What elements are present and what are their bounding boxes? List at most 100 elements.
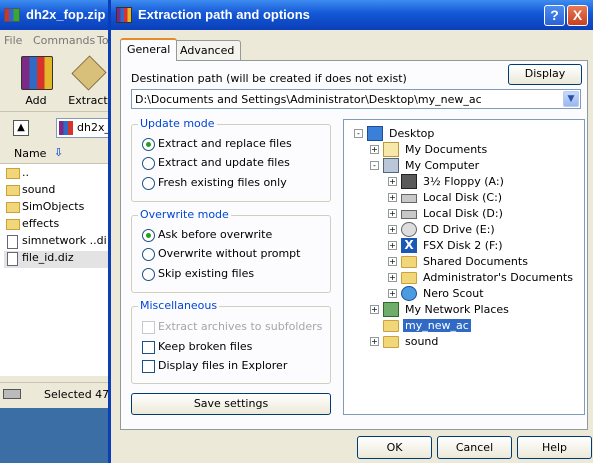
radio-selected[interactable] <box>142 229 155 242</box>
collapse-icon[interactable]: - <box>354 129 363 138</box>
option-label: Ask before overwrite <box>158 228 273 241</box>
documents-icon <box>383 142 399 157</box>
network-icon <box>401 286 417 301</box>
option-label: Extract and update files <box>158 156 290 169</box>
checkbox-disabled <box>142 321 155 334</box>
tree-node-label: FSX Disk 2 (F:) <box>423 239 503 252</box>
winrar-app-icon <box>116 7 132 23</box>
up-folder-icon[interactable]: ▲ <box>13 120 29 136</box>
dialog-title: Extraction path and options <box>138 7 310 22</box>
close-button[interactable]: X <box>567 5 588 26</box>
expand-icon[interactable]: + <box>388 193 397 202</box>
option-label: Fresh existing files only <box>158 176 287 189</box>
expand-icon[interactable]: + <box>370 337 379 346</box>
expand-icon[interactable]: + <box>388 177 397 186</box>
folder-icon <box>6 168 20 179</box>
list-item-label: effects <box>22 217 60 230</box>
expand-icon[interactable]: + <box>388 257 397 266</box>
list-item[interactable]: effects <box>4 217 59 234</box>
expand-icon[interactable]: + <box>388 225 397 234</box>
help-title-button[interactable]: ? <box>544 5 565 26</box>
menu-file[interactable]: File <box>4 34 22 47</box>
expand-icon[interactable]: + <box>388 209 397 218</box>
tree-node-label: My Network Places <box>405 303 509 316</box>
extraction-dialog: Extraction path and options ? X General … <box>108 0 593 463</box>
miscellaneous-title: Miscellaneous <box>138 299 220 312</box>
destination-path-combo[interactable]: D:\Documents and Settings\Administrator\… <box>131 89 581 109</box>
tree-node-label: my_new_ac <box>403 319 471 332</box>
overwrite-mode-title: Overwrite mode <box>138 208 231 221</box>
radio-extract-update[interactable]: Extract and update files <box>142 156 290 172</box>
expand-icon[interactable]: + <box>370 305 379 314</box>
fsx-icon: X <box>401 238 417 253</box>
list-item-label: .. <box>22 166 29 179</box>
sort-arrow-icon: ⇩ <box>54 146 64 159</box>
radio-unselected[interactable] <box>142 248 155 261</box>
radio-ask-before-overwrite[interactable]: Ask before overwrite <box>142 228 272 244</box>
radio-unselected[interactable] <box>142 177 155 190</box>
archive-path-text: dh2x_ <box>77 121 110 134</box>
update-mode-group: Update mode Extract and replace files Ex… <box>131 117 331 202</box>
radio-fresh-existing[interactable]: Fresh existing files only <box>142 176 287 192</box>
tab-advanced[interactable]: Advanced <box>173 40 242 60</box>
expand-icon[interactable]: + <box>388 241 397 250</box>
save-settings-button[interactable]: Save settings <box>131 393 331 415</box>
list-item[interactable]: simnetwork ..di <box>4 234 107 251</box>
radio-overwrite-without-prompt[interactable]: Overwrite without prompt <box>142 247 300 263</box>
checkbox-extract-subfolders: Extract archives to subfolders <box>142 320 322 336</box>
list-item-label: file_id.diz <box>22 251 74 264</box>
help-button[interactable]: Help <box>517 436 592 459</box>
destination-path-value: D:\Documents and Settings\Administrator\… <box>135 93 482 106</box>
menu-commands[interactable]: Commands <box>33 34 95 47</box>
checkbox[interactable] <box>142 341 155 354</box>
floppy-icon <box>401 174 417 189</box>
tree-node-label: 3½ Floppy (A:) <box>423 175 504 188</box>
drive-icon <box>3 389 21 399</box>
radio-unselected[interactable] <box>142 157 155 170</box>
extract-button[interactable]: Extract <box>61 54 115 110</box>
tree-node-label: My Documents <box>405 143 488 156</box>
expand-icon[interactable]: + <box>370 145 379 154</box>
ok-button[interactable]: OK <box>357 436 432 459</box>
miscellaneous-group: Miscellaneous Extract archives to subfol… <box>131 299 331 384</box>
tree-node-label: Nero Scout <box>423 287 484 300</box>
chevron-down-icon[interactable]: ▼ <box>563 91 579 107</box>
folder-tree[interactable]: - Desktop + My Documents - My Computer +3½ Flo… <box>343 119 585 415</box>
collapse-icon[interactable]: - <box>370 161 379 170</box>
network-places-icon <box>383 302 399 317</box>
expand-icon[interactable]: + <box>388 273 397 282</box>
radio-extract-replace[interactable]: Extract and replace files <box>142 137 292 153</box>
menu-tools[interactable]: To <box>97 34 109 47</box>
checkbox[interactable] <box>142 360 155 373</box>
radio-unselected[interactable] <box>142 268 155 281</box>
disk-icon <box>401 194 417 203</box>
radio-selected[interactable] <box>142 138 155 151</box>
folder-icon <box>6 202 20 213</box>
display-button[interactable]: Display <box>508 64 582 85</box>
radio-skip-existing[interactable]: Skip existing files <box>142 267 254 283</box>
folder-icon <box>383 320 399 332</box>
tab-general[interactable]: General <box>120 38 178 61</box>
archive-icon <box>59 121 73 135</box>
folder-icon <box>401 256 417 268</box>
extract-label: Extract <box>68 94 108 107</box>
add-button[interactable]: Add <box>9 54 63 110</box>
tree-node-label: Local Disk (D:) <box>423 207 503 220</box>
option-label: Extract archives to subfolders <box>158 320 323 333</box>
extract-icon <box>71 55 107 91</box>
file-icon <box>7 252 18 266</box>
disk-icon <box>401 210 417 219</box>
expand-icon[interactable]: + <box>388 289 397 298</box>
tree-node-label: sound <box>405 335 439 348</box>
checkbox-keep-broken[interactable]: Keep broken files <box>142 340 252 356</box>
destination-label: Destination path (will be created if doe… <box>131 72 407 85</box>
cancel-button[interactable]: Cancel <box>437 436 512 459</box>
add-archive-icon <box>21 56 53 90</box>
list-item[interactable]: sound <box>4 183 55 200</box>
desktop-icon <box>367 126 383 141</box>
list-item[interactable]: .. <box>4 166 29 183</box>
list-item-label: SimObjects <box>22 200 85 213</box>
winrar-app-icon <box>4 8 20 22</box>
checkbox-display-explorer[interactable]: Display files in Explorer <box>142 359 287 375</box>
list-item[interactable]: SimObjects <box>4 200 84 217</box>
